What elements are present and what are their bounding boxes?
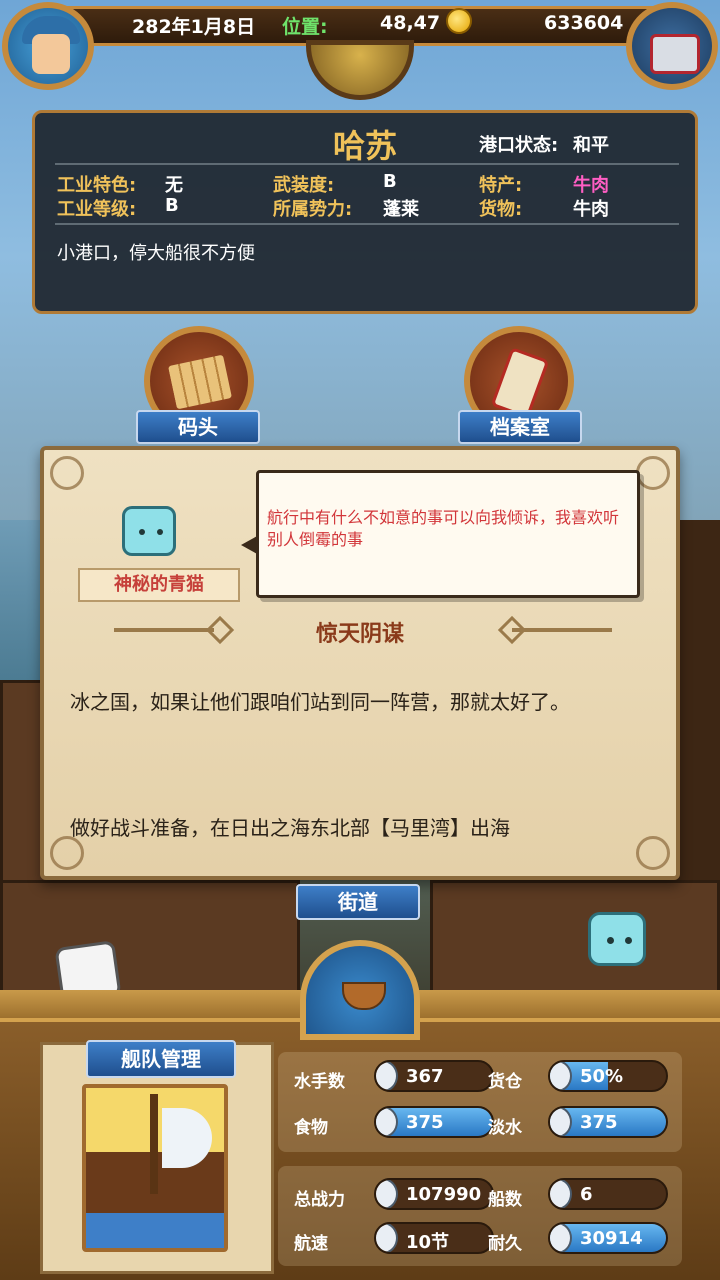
stat-label: 水手数 [294,1072,345,1092]
stat-value: 107990 [406,1184,482,1205]
stat-water: 淡水 375 [488,1106,678,1140]
goods-label: 货物: [479,199,523,220]
stat-label: 船数 [488,1190,522,1210]
flagship-image[interactable] [82,1084,228,1252]
stat-power: 总战力 107990 [294,1178,494,1212]
stat-bar: 107990 [374,1178,494,1210]
quest-description: 冰之国，如果让他们跟咱们站到同一阵营，那就太好了。 [70,690,570,714]
stat-bar: 30914 [548,1222,668,1254]
stat-value: 375 [406,1112,444,1133]
game-date: 282年1月8日 [132,16,256,38]
port-status-label: 港口状态: [479,135,559,156]
stat-bar: 10节 [374,1222,494,1254]
street-button[interactable]: 街道 [296,884,420,920]
gold-amount: 633604 [544,12,624,34]
bubble-tail [241,535,259,555]
stat-bar: 375 [548,1106,668,1138]
divider [55,223,679,225]
faction: 蓬莱 [383,199,419,220]
stat-bar: 50% [548,1060,668,1092]
skull-crossbones-icon [376,1180,398,1208]
treasure-chest-button[interactable] [626,2,718,90]
stat-label: 航速 [294,1234,328,1254]
eye [625,937,632,944]
house-bottom-right [430,880,720,1000]
house-bottom-left [0,880,300,1000]
stat-value: 10节 [406,1232,450,1253]
armament: B [383,171,397,192]
boat-icon [342,982,386,1010]
speech-bubble: 航行中有什么不如意的事可以向我倾诉，我喜欢听别人倒霉的事 [241,470,640,598]
fleet-management-button[interactable]: 舰队管理 [86,1040,236,1078]
stat-bar: 6 [548,1178,668,1210]
eye [157,529,163,535]
quest-title: 惊天阴谋 [315,622,404,647]
industry-level-label: 工业等级: [57,199,137,220]
corner-ornament [636,836,670,870]
stat-label: 耐久 [488,1234,522,1254]
stat-value: 6 [580,1184,593,1205]
eye [607,937,614,944]
port-description: 小港口，停大船很不方便 [57,243,255,264]
quest-dialog[interactable]: 神秘的青猫 航行中有什么不如意的事可以向我倾诉，我喜欢听别人倒霉的事 惊天阴谋 … [40,446,680,880]
corner-ornament [50,456,84,490]
stat-label: 总战力 [294,1190,345,1210]
stat-bar: 375 [374,1106,494,1138]
industry-feature-label: 工业特色: [57,175,137,196]
blue-cat-mascot-icon[interactable] [588,912,646,966]
set-sail-button[interactable] [300,940,420,1040]
stat-label: 货仓 [488,1072,522,1092]
ship-icon [550,1180,572,1208]
stat-bar: 367 [374,1060,494,1092]
stat-value: 375 [580,1112,618,1133]
ornament-right [512,628,612,632]
divider [55,163,679,165]
goods: 牛肉 [573,199,609,220]
stat-value: 30914 [580,1228,643,1249]
specialty-label: 特产: [479,175,523,196]
gold-coin-icon [446,8,472,34]
corner-ornament [50,836,84,870]
stat-durability: 耐久 30914 [488,1222,678,1256]
stat-speed: 航速 10节 [294,1222,494,1256]
stat-sailors: 水手数 367 [294,1060,494,1094]
treasure-chest-icon [650,34,700,74]
sailor-icon [376,1062,398,1090]
npc-speech: 航行中有什么不如意的事可以向我倾诉，我喜欢听别人倒霉的事 [267,508,620,549]
position-label: 位置: [282,16,328,38]
sailboat-icon [376,1224,398,1252]
faction-label: 所属势力: [273,199,353,220]
quest-hint: 做好战斗准备，在日出之海东北部【马里湾】出海 [70,816,510,840]
blue-cat-npc-icon [122,506,176,556]
port-info-panel: 哈苏 港口状态: 和平 工业特色: 无 工业等级: B 武装度: B 所属势力:… [32,110,698,314]
port-status: 和平 [573,135,609,156]
player-avatar-button[interactable] [2,2,94,90]
position-value: 48,47 [380,12,441,34]
stat-label: 食物 [294,1118,328,1138]
ship-sail [162,1108,212,1168]
ship-mast [150,1094,158,1194]
stat-ships: 船数 6 [488,1178,678,1212]
eye [139,529,145,535]
dock-label[interactable]: 码头 [136,410,260,444]
corner-ornament [636,456,670,490]
stat-value: 50% [580,1066,624,1087]
stat-food: 食物 375 [294,1106,494,1140]
npc-name: 神秘的青猫 [78,568,240,602]
specialty: 牛肉 [573,175,609,196]
world-map-button[interactable] [306,40,414,100]
avatar-face-icon [32,34,70,74]
archive-label[interactable]: 档案室 [458,410,582,444]
stat-label: 淡水 [488,1118,522,1138]
industry-feature: 无 [165,175,183,196]
fleet-stats: 水手数 367 货仓 50% 食物 375 淡水 375 总战力 107990 … [278,1052,682,1266]
stat-value: 367 [406,1066,444,1087]
industry-level: B [165,195,179,216]
scroll-icon [490,347,550,419]
dock-pier-icon [168,354,232,410]
stat-cargo: 货仓 50% [488,1060,678,1094]
armament-label: 武装度: [273,175,335,196]
